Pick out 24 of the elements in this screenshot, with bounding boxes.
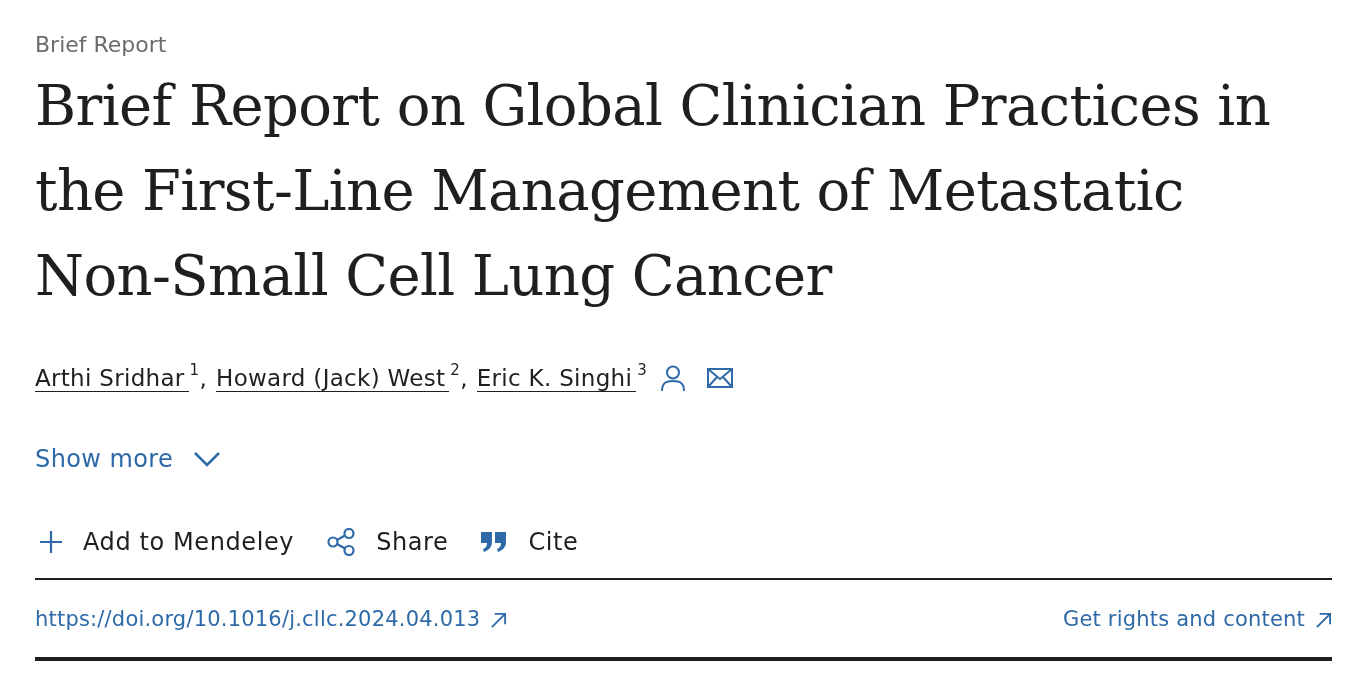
rights-link[interactable]: Get rights and content — [1062, 607, 1332, 631]
action-button[interactable]: Share — [327, 528, 449, 556]
article-title: Brief Report on Global Clinician Practices in the First-Line Management of Metastatic Non-Small Cell Lung Cancer — [35, 72, 1272, 310]
share-icon — [327, 528, 356, 556]
comma-separator: , — [460, 365, 468, 391]
author-link[interactable]: Arthi Sridhar — [35, 364, 189, 392]
plus-icon — [40, 531, 62, 553]
external-arrow-icon — [1315, 612, 1332, 629]
author-link[interactable]: Eric K. Singhi — [476, 364, 637, 392]
envelope-icon[interactable] — [707, 368, 733, 388]
action-button[interactable]: Add to Mendeley — [40, 528, 295, 556]
article-type-label: Brief Report — [35, 31, 167, 58]
affiliation-mark: 2 — [450, 363, 461, 378]
doi-link[interactable]: https://doi.org/10.1016/j.cllc.2024.04.013 — [35, 607, 508, 631]
quote-icon — [481, 532, 508, 552]
affiliation-mark: 3 — [637, 363, 647, 378]
comma-separator: , — [199, 365, 208, 391]
show-more-button[interactable]: Show more — [35, 444, 222, 474]
action-button[interactable]: Cite — [481, 528, 579, 556]
person-icon[interactable] — [661, 364, 685, 392]
external-arrow-icon — [490, 612, 508, 629]
author-link[interactable]: Howard (Jack) West — [216, 364, 450, 392]
affiliation-mark: 1 — [189, 363, 200, 378]
chevron-icon — [193, 451, 222, 467]
